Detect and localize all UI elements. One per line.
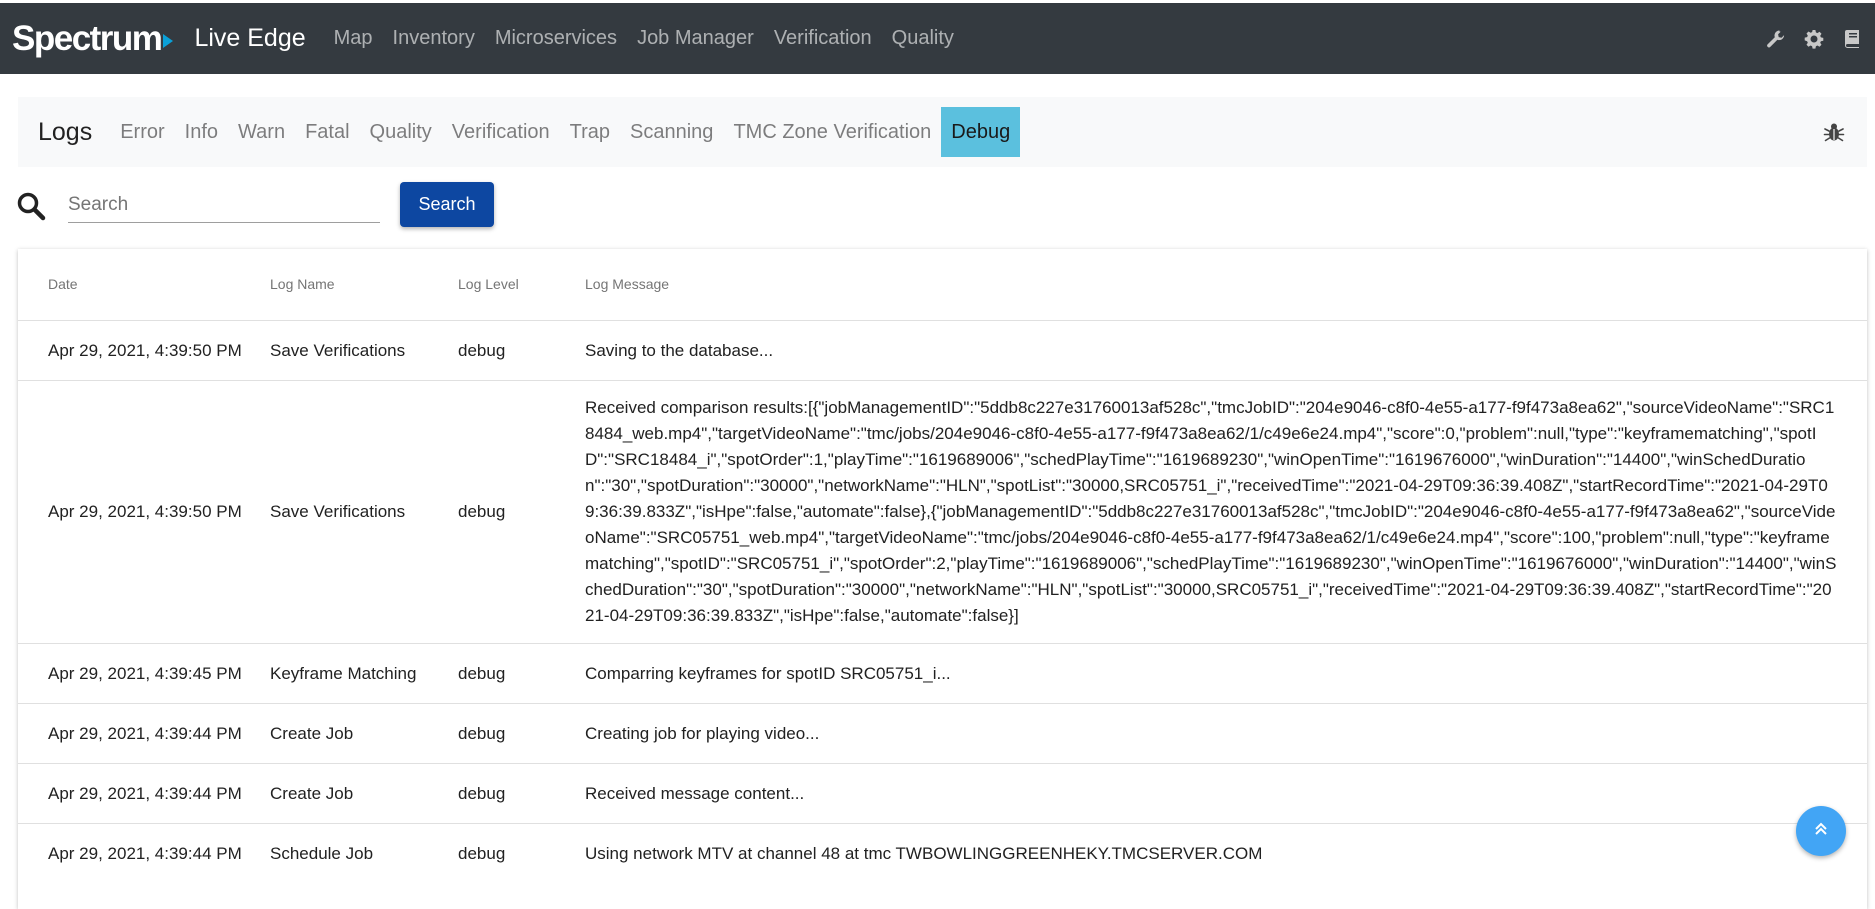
app-name: Live Edge [194, 24, 306, 52]
tab-verification[interactable]: Verification [442, 107, 560, 157]
spectrum-logo: Spectrum [12, 18, 163, 58]
cell-log-level: debug [457, 823, 584, 884]
scroll-to-top-button[interactable] [1796, 806, 1846, 856]
tab-info[interactable]: Info [175, 107, 228, 157]
top-navbar: Spectrum Live Edge Map Inventory Microse… [0, 3, 1875, 74]
main-nav: Map Inventory Microservices Job Manager … [324, 27, 964, 50]
cell-log-name: Create Job [269, 703, 457, 764]
table-header-row: Date Log Name Log Level Log Message [18, 249, 1867, 321]
cell-date: Apr 29, 2021, 4:39:44 PM [18, 823, 269, 884]
header-log-level[interactable]: Log Level [457, 249, 584, 321]
logs-subnav: Logs Error Info Warn Fatal Quality Verif… [18, 97, 1867, 167]
search-button[interactable]: Search [400, 182, 494, 227]
cell-date: Apr 29, 2021, 4:39:44 PM [18, 763, 269, 824]
search-icon [16, 191, 46, 221]
cell-date: Apr 29, 2021, 4:39:50 PM [18, 380, 269, 644]
cell-date: Apr 29, 2021, 4:39:50 PM [18, 320, 269, 381]
cell-log-message: Comparring keyframes for spotID SRC05751… [584, 643, 1867, 704]
wrench-icon[interactable] [1765, 28, 1787, 50]
table-row[interactable]: Apr 29, 2021, 4:39:44 PM Schedule Job de… [18, 823, 1867, 884]
gear-icon[interactable] [1803, 28, 1825, 50]
cell-log-level: debug [457, 763, 584, 824]
cell-log-message: Saving to the database... [584, 320, 1867, 381]
header-date[interactable]: Date [18, 249, 269, 321]
tab-scanning[interactable]: Scanning [620, 107, 723, 157]
logs-title: Logs [38, 117, 93, 146]
double-chevron-up-icon [1812, 820, 1830, 843]
cell-log-name: Create Job [269, 763, 457, 824]
table-row[interactable]: Apr 29, 2021, 4:39:45 PM Keyframe Matchi… [18, 643, 1867, 704]
nav-job-manager[interactable]: Job Manager [627, 27, 764, 50]
cell-log-message: Using network MTV at channel 48 at tmc T… [584, 823, 1867, 884]
cell-log-message: Received comparison results:[{"jobManage… [584, 380, 1867, 644]
cell-log-level: debug [457, 703, 584, 764]
cell-log-level: debug [457, 380, 584, 644]
nav-verification[interactable]: Verification [764, 27, 882, 50]
tab-trap[interactable]: Trap [560, 107, 620, 157]
tab-error[interactable]: Error [110, 107, 174, 157]
nav-inventory[interactable]: Inventory [383, 27, 485, 50]
tab-quality[interactable]: Quality [360, 107, 442, 157]
logo-triangle-icon [163, 33, 174, 48]
header-log-message[interactable]: Log Message [584, 249, 1867, 321]
nav-map[interactable]: Map [324, 27, 383, 50]
header-log-name[interactable]: Log Name [269, 249, 457, 321]
top-icons [1765, 3, 1863, 74]
bug-icon[interactable] [1823, 121, 1845, 143]
nav-quality[interactable]: Quality [882, 27, 964, 50]
brand[interactable]: Spectrum Live Edge [12, 19, 306, 59]
cell-date: Apr 29, 2021, 4:39:44 PM [18, 703, 269, 764]
tab-tmc-zone-verification[interactable]: TMC Zone Verification [723, 107, 941, 157]
cell-date: Apr 29, 2021, 4:39:45 PM [18, 643, 269, 704]
cell-log-name: Schedule Job [269, 823, 457, 884]
search-input[interactable] [68, 188, 380, 223]
cell-log-name: Save Verifications [269, 380, 457, 644]
cell-log-name: Keyframe Matching [269, 643, 457, 704]
tab-warn[interactable]: Warn [228, 107, 295, 157]
table-row[interactable]: Apr 29, 2021, 4:39:50 PM Save Verificati… [18, 320, 1867, 381]
cell-log-level: debug [457, 320, 584, 381]
logs-table-card: Date Log Name Log Level Log Message Apr … [18, 249, 1867, 909]
cell-log-level: debug [457, 643, 584, 704]
tab-debug[interactable]: Debug [941, 107, 1021, 157]
book-icon[interactable] [1841, 28, 1863, 50]
cell-log-message: Creating job for playing video... [584, 703, 1867, 764]
cell-log-message: Received message content... [584, 763, 1867, 824]
table-row[interactable]: Apr 29, 2021, 4:39:44 PM Create Job debu… [18, 763, 1867, 824]
table-row[interactable]: Apr 29, 2021, 4:39:50 PM Save Verificati… [18, 380, 1867, 644]
table-row[interactable]: Apr 29, 2021, 4:39:44 PM Create Job debu… [18, 703, 1867, 764]
nav-microservices[interactable]: Microservices [485, 27, 627, 50]
cell-log-name: Save Verifications [269, 320, 457, 381]
logs-table: Date Log Name Log Level Log Message Apr … [18, 249, 1867, 884]
tab-fatal[interactable]: Fatal [295, 107, 359, 157]
